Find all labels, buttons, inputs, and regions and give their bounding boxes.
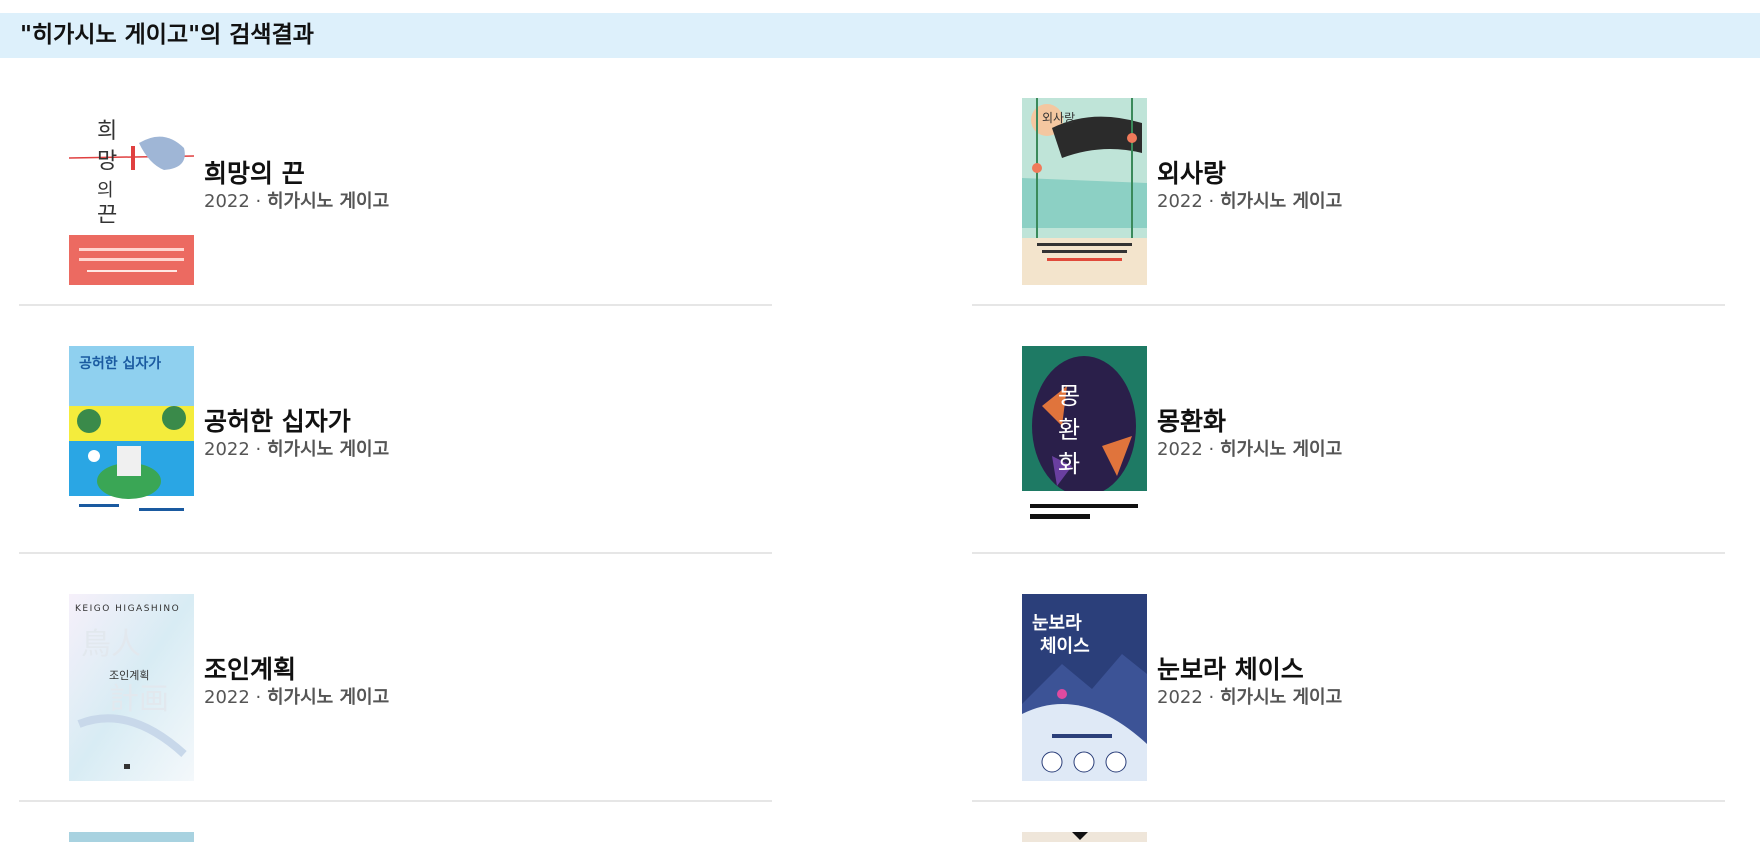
svg-text:희: 희 [97,119,117,144]
book-title[interactable]: 공허한 십자가 [204,407,389,437]
svg-text:의: 의 [97,180,114,201]
meta-separator: · [249,191,267,212]
book-card[interactable]: 눈보라 체이스 눈보라 체이스 2022 · 히가시노 게이고 [972,554,1725,802]
meta-separator: · [1202,191,1220,212]
book-cover[interactable]: 외사랑 [1022,98,1147,285]
meta-separator: · [1202,687,1220,708]
svg-text:KEIGO HIGASHINO: KEIGO HIGASHINO [75,604,180,614]
cover-art: 공허한 십자가 [69,346,194,533]
book-results-grid: 희 망 의 끈 희망의 끈 2022 · 히가시노 게이고 외사랑 외사랑 20… [19,58,1725,842]
book-info: 희망의 끈 2022 · 히가시노 게이고 [204,159,389,215]
book-year: 2022 [204,687,250,708]
book-year: 2022 [1157,191,1203,212]
book-year: 2022 [204,191,250,212]
book-author[interactable]: 히가시노 게이고 [1220,687,1342,708]
book-info: 눈보라 체이스 2022 · 히가시노 게이고 [1157,655,1342,711]
svg-text:체이스: 체이스 [1040,636,1090,657]
book-author[interactable]: 히가시노 게이고 [267,191,389,212]
book-card[interactable]: 외사랑 외사랑 2022 · 히가시노 게이고 [972,58,1725,306]
svg-text:조인계획: 조인계획 [109,669,149,682]
book-meta: 2022 · 히가시노 게이고 [1157,685,1342,711]
book-card-partial[interactable] [972,802,1725,842]
book-meta: 2022 · 히가시노 게이고 [204,685,389,711]
book-cover[interactable]: 눈보라 체이스 [1022,594,1147,781]
book-info: 공허한 십자가 2022 · 히가시노 게이고 [204,407,389,463]
book-cover[interactable]: 희 망 의 끈 [69,98,194,285]
svg-text:몽: 몽 [1058,382,1080,410]
book-info: 몽환화 2022 · 히가시노 게이고 [1157,407,1342,463]
book-meta: 2022 · 히가시노 게이고 [1157,437,1342,463]
cover-art: 희 망 의 끈 [69,98,194,285]
meta-separator: · [249,687,267,708]
book-author[interactable]: 히가시노 게이고 [267,439,389,460]
book-year: 2022 [1157,687,1203,708]
book-card[interactable]: 공허한 십자가 공허한 십자가 2022 · 히가시노 게이고 [19,306,772,554]
book-title[interactable]: 외사랑 [1157,159,1342,189]
svg-text:鳥人: 鳥人 [81,627,141,662]
book-card[interactable]: 몽 환 화 몽환화 2022 · 히가시노 게이고 [972,306,1725,554]
book-info: 외사랑 2022 · 히가시노 게이고 [1157,159,1342,215]
book-cover[interactable] [1022,832,1147,842]
book-title[interactable]: 희망의 끈 [204,159,389,189]
cover-art [1072,832,1088,840]
svg-text:환: 환 [1058,416,1080,444]
book-cover[interactable]: 몽 환 화 [1022,346,1147,533]
search-results-title: "히가시노 게이고"의 검색결과 [20,22,314,48]
book-author[interactable]: 히가시노 게이고 [1220,191,1342,212]
book-cover[interactable] [69,832,194,842]
cover-art: 몽 환 화 [1022,346,1147,533]
cover-art: 외사랑 [1022,98,1147,285]
svg-text:화: 화 [1058,450,1080,478]
book-cover[interactable]: 공허한 십자가 [69,346,194,533]
book-card[interactable]: KEIGO HIGASHINO 鳥人 計画 조인계획 조인계획 2022 · 히… [19,554,772,802]
book-year: 2022 [204,439,250,460]
book-author[interactable]: 히가시노 게이고 [267,687,389,708]
cover-art: 눈보라 체이스 [1022,594,1147,781]
svg-text:공허한 십자가: 공허한 십자가 [79,355,161,372]
book-meta: 2022 · 히가시노 게이고 [1157,189,1342,215]
svg-text:끈: 끈 [97,203,117,228]
book-title[interactable]: 조인계획 [204,655,389,685]
book-meta: 2022 · 히가시노 게이고 [204,437,389,463]
book-card[interactable]: 희 망 의 끈 희망의 끈 2022 · 히가시노 게이고 [19,58,772,306]
book-author[interactable]: 히가시노 게이고 [1220,439,1342,460]
book-title[interactable]: 눈보라 체이스 [1157,655,1342,685]
cover-art: KEIGO HIGASHINO 鳥人 計画 조인계획 [69,594,194,781]
svg-text:망: 망 [97,149,117,174]
book-cover[interactable]: KEIGO HIGASHINO 鳥人 計画 조인계획 [69,594,194,781]
book-meta: 2022 · 히가시노 게이고 [204,189,389,215]
search-results-header: "히가시노 게이고"의 검색결과 [0,13,1760,58]
svg-text:외사랑: 외사랑 [1042,111,1075,125]
meta-separator: · [1202,439,1220,460]
book-year: 2022 [1157,439,1203,460]
book-info: 조인계획 2022 · 히가시노 게이고 [204,655,389,711]
svg-text:눈보라: 눈보라 [1032,613,1082,634]
book-title[interactable]: 몽환화 [1157,407,1342,437]
meta-separator: · [249,439,267,460]
svg-text:計画: 計画 [109,682,169,717]
book-card-partial[interactable] [19,802,772,842]
